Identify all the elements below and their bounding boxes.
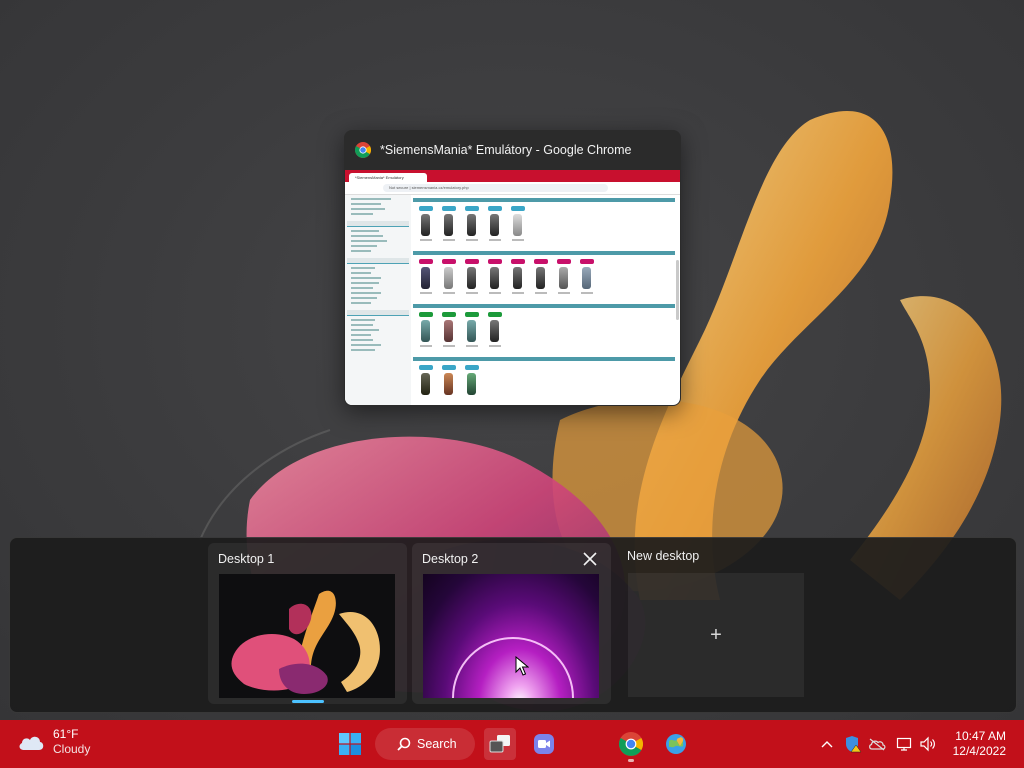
chat-icon	[534, 734, 554, 754]
desktop-2-card[interactable]: Desktop 2	[412, 543, 611, 704]
mouse-cursor-icon	[515, 656, 529, 676]
desktop-2-label: Desktop 2	[422, 552, 479, 566]
running-indicator	[628, 759, 634, 762]
network-tray-icon[interactable]	[894, 732, 914, 756]
browser-address-bar: Not secure | siemensmania.cz/emulatory.p…	[383, 184, 608, 192]
plus-icon: +	[710, 623, 722, 646]
show-hidden-icons-button[interactable]	[818, 732, 836, 756]
new-desktop-label: New desktop	[627, 549, 700, 563]
cloud-icon	[19, 736, 44, 750]
clock-time: 10:47 AM	[955, 729, 1006, 743]
defender-icon	[846, 736, 862, 753]
desktop-2-thumbnail[interactable]	[423, 574, 599, 698]
new-desktop-card[interactable]: New desktop +	[617, 543, 816, 704]
search-icon	[397, 737, 411, 751]
task-view-button[interactable]	[484, 728, 516, 760]
chrome-taskbar-button[interactable]	[615, 728, 647, 760]
windows-start-icon	[339, 733, 361, 755]
active-desktop-indicator	[292, 700, 324, 703]
close-icon[interactable]	[581, 550, 599, 568]
onedrive-tray-icon[interactable]	[866, 732, 888, 756]
search-button[interactable]: Search	[375, 728, 475, 760]
desktop-1-thumbnail[interactable]	[219, 574, 395, 698]
network-icon	[896, 737, 912, 751]
maps-taskbar-button[interactable]	[660, 728, 692, 760]
weather-widget[interactable]: 61°F Cloudy	[17, 727, 90, 757]
virtual-desktops-panel: Desktop 1 Desktop 2 New desktop +	[9, 537, 1017, 713]
page-content	[413, 195, 675, 405]
taskbar: 61°F Cloudy Search 10:47 AM 12/4/2022	[0, 720, 1024, 768]
chevron-up-icon	[821, 741, 833, 748]
window-title: *SiemensMania* Emulátory - Google Chrome	[380, 143, 632, 157]
desktop-1-card[interactable]: Desktop 1	[208, 543, 407, 704]
volume-icon	[920, 736, 935, 752]
chat-button[interactable]	[528, 728, 560, 760]
chrome-icon	[355, 142, 371, 158]
page-scrollbar	[676, 260, 679, 320]
start-button[interactable]	[334, 728, 366, 760]
page-sidebar	[345, 195, 411, 405]
browser-tab-strip: *SiemensMania* Emulátory	[345, 170, 680, 182]
browser-toolbar: Not secure | siemensmania.cz/emulatory.p…	[345, 182, 680, 195]
weather-condition: Cloudy	[53, 742, 91, 756]
search-label: Search	[417, 737, 457, 751]
desktop-1-label: Desktop 1	[218, 552, 275, 566]
window-title-bar: *SiemensMania* Emulátory - Google Chrome	[344, 130, 681, 170]
task-view-icon	[489, 735, 510, 753]
clock-date: 12/4/2022	[952, 744, 1006, 758]
window-preview-chrome[interactable]: *SiemensMania* Emulátory - Google Chrome…	[344, 130, 681, 406]
system-clock[interactable]: 10:47 AM 12/4/2022	[948, 729, 1006, 759]
browser-tab: *SiemensMania* Emulátory	[349, 173, 427, 182]
volume-tray-icon[interactable]	[918, 732, 938, 756]
weather-temperature: 61°F	[53, 727, 79, 741]
onedrive-icon	[869, 738, 886, 751]
new-desktop-button[interactable]: +	[628, 573, 804, 697]
security-tray-icon[interactable]	[842, 732, 864, 756]
maps-icon	[666, 734, 686, 754]
window-thumbnail: *SiemensMania* Emulátory Not secure | si…	[345, 170, 680, 405]
chrome-icon	[619, 732, 643, 756]
